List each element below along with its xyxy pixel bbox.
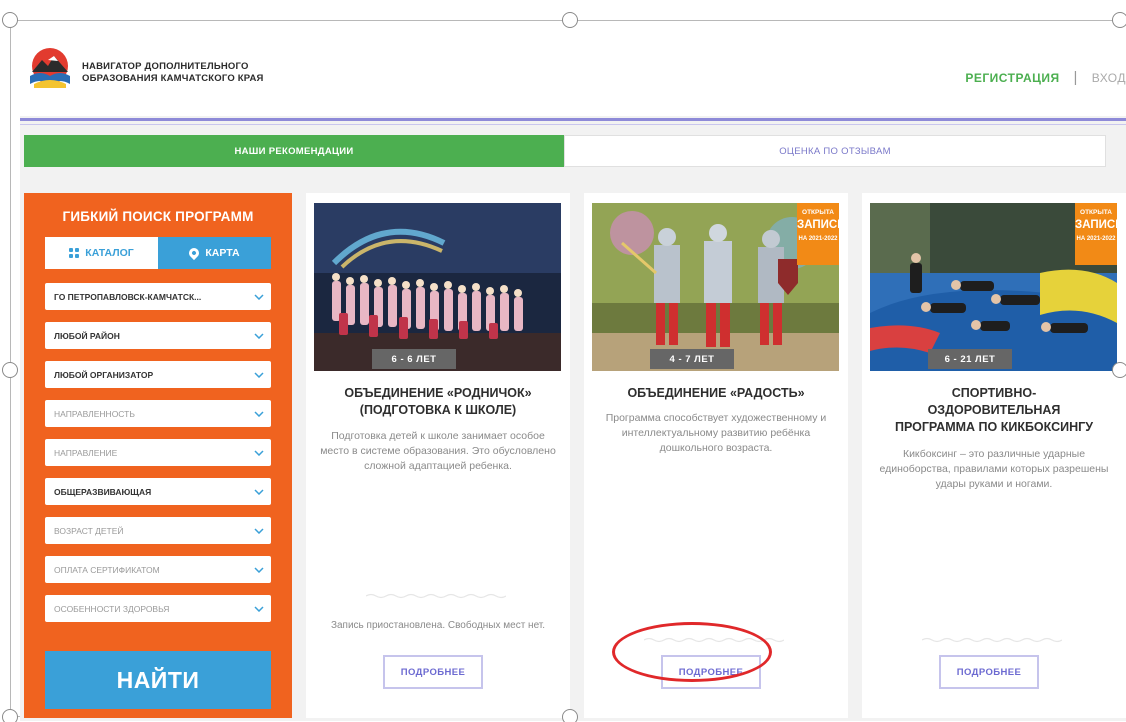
program-description: Программа способствует художественному и… xyxy=(605,412,827,454)
filter-focus-select[interactable]: НАПРАВЛЕННОСТЬ xyxy=(45,400,271,427)
red-highlight-circle xyxy=(612,622,772,682)
resize-handle-middle-right[interactable] xyxy=(1112,362,1126,378)
filter-health-select[interactable]: ОСОБЕННОСТИ ЗДОРОВЬЯ xyxy=(45,595,271,622)
site-brand[interactable]: НАВИГАТОР ДОПОЛНИТЕЛЬНОГО ОБРАЗОВАНИЯ КА… xyxy=(82,61,264,85)
filter-program-type-select[interactable]: ОБЩЕРАЗВИВАЮЩАЯ xyxy=(45,478,271,505)
recommendation-tabs: НАШИ РЕКОМЕНДАЦИИ ОЦЕНКА ПО ОТЗЫВАМ xyxy=(24,135,1106,167)
site-header: НАВИГАТОР ДОПОЛНИТЕЛЬНОГО ОБРАЗОВАНИЯ КА… xyxy=(20,21,1126,116)
stage-performance-image xyxy=(314,203,561,371)
login-link[interactable]: ВХОД xyxy=(1092,71,1126,85)
auth-nav: РЕГИСТРАЦИЯ | ВХОД xyxy=(965,69,1126,86)
chevron-down-icon xyxy=(247,556,271,583)
kamchatka-logo-icon xyxy=(30,48,70,88)
more-details-button[interactable]: ПОДРОБНЕЕ xyxy=(383,655,483,689)
filter-certificate-select[interactable]: ОПЛАТА СЕРТИФИКАТОМ xyxy=(45,556,271,583)
resize-handle-middle-left[interactable] xyxy=(2,362,18,378)
select-placeholder: НАПРАВЛЕННОСТЬ xyxy=(54,408,135,419)
filter-city-select[interactable]: ГО ПЕТРОПАВЛОВСК-КАМЧАТСК... xyxy=(45,283,271,310)
filter-age-select[interactable]: ВОЗРАСТ ДЕТЕЙ xyxy=(45,517,271,544)
chevron-down-icon xyxy=(247,361,271,388)
select-placeholder: ВОЗРАСТ ДЕТЕЙ xyxy=(54,525,124,536)
brand-line-1: НАВИГАТОР ДОПОЛНИТЕЛЬНОГО xyxy=(82,61,249,72)
badge-line-3: НА 2021-2022 xyxy=(1076,236,1116,242)
open-enrollment-badge: ОТКРЫТА ЗАПИСЬ НА 2021-2022 xyxy=(797,203,846,265)
chevron-down-icon xyxy=(247,322,271,349)
select-value: ЛЮБОЙ РАЙОН xyxy=(54,330,120,341)
badge-line-2: ЗАПИСЬ xyxy=(797,219,846,231)
header-divider-thin xyxy=(20,124,1126,125)
map-label: КАРТА xyxy=(205,247,240,259)
select-placeholder: ОПЛАТА СЕРТИФИКАТОМ xyxy=(54,564,160,575)
chevron-down-icon xyxy=(247,517,271,544)
program-title[interactable]: ОБЪЕДИНЕНИЕ «РАДОСТЬ» xyxy=(594,385,838,402)
resize-handle-top-right[interactable] xyxy=(1112,12,1126,28)
filter-district-select[interactable]: ЛЮБОЙ РАЙОН xyxy=(45,322,271,349)
select-value: ОБЩЕРАЗВИВАЮЩАЯ xyxy=(54,486,152,497)
badge-line-1: ОТКРЫТА xyxy=(1080,209,1112,216)
program-description: Кикбоксинг – это различные ударные едино… xyxy=(879,448,1109,490)
select-value: ЛЮБОЙ ОРГАНИЗАТОР xyxy=(54,369,154,380)
select-placeholder: ОСОБЕННОСТИ ЗДОРОВЬЯ xyxy=(54,603,170,614)
program-photo[interactable] xyxy=(314,203,561,371)
program-card-kickboxing[interactable]: ОТКРЫТА ЗАПИСЬ НА 2021-2022 6 - 21 ЛЕТ С… xyxy=(862,193,1126,718)
divider-wave xyxy=(366,593,506,599)
program-title[interactable]: ОБЪЕДИНЕНИЕ «РОДНИЧОК» (ПОДГОТОВКА К ШКО… xyxy=(316,385,560,419)
program-card-rodnichok[interactable]: 6 - 6 ЛЕТ ОБЪЕДИНЕНИЕ «РОДНИЧОК» (ПОДГОТ… xyxy=(306,193,570,718)
chevron-down-icon xyxy=(247,439,271,466)
resize-handle-bottom-left[interactable] xyxy=(2,709,18,722)
flexible-search-panel: ГИБКИЙ ПОИСК ПРОГРАММ КАТАЛОГ КАРТА ГО П… xyxy=(24,193,292,718)
catalog-view-button[interactable]: КАТАЛОГ xyxy=(45,237,158,269)
website-screenshot: НАВИГАТОР ДОПОЛНИТЕЛЬНОГО ОБРАЗОВАНИЯ КА… xyxy=(20,21,1126,721)
age-range-label: 6 - 21 ЛЕТ xyxy=(928,349,1012,369)
enrollment-status: Запись приостановлена. Свободных мест не… xyxy=(330,620,546,631)
brand-line-2: ОБРАЗОВАНИЯ КАМЧАТСКОГО КРАЯ xyxy=(82,73,264,84)
chevron-down-icon xyxy=(247,478,271,505)
open-enrollment-badge: ОТКРЫТА ЗАПИСЬ НА 2021-2022 xyxy=(1075,203,1124,265)
age-range-label: 6 - 6 ЛЕТ xyxy=(372,349,456,369)
header-divider xyxy=(20,118,1126,121)
badge-line-3: НА 2021-2022 xyxy=(798,236,838,242)
resize-handle-bottom-center[interactable] xyxy=(562,709,578,722)
age-range-label: 4 - 7 ЛЕТ xyxy=(650,349,734,369)
map-pin-icon xyxy=(187,245,202,261)
select-value: ГО ПЕТРОПАВЛОВСК-КАМЧАТСК... xyxy=(54,291,202,302)
chevron-down-icon xyxy=(247,595,271,622)
register-link[interactable]: РЕГИСТРАЦИЯ xyxy=(965,71,1059,85)
tab-recommendations[interactable]: НАШИ РЕКОМЕНДАЦИИ xyxy=(24,135,564,167)
search-panel-title: ГИБКИЙ ПОИСК ПРОГРАММ xyxy=(62,209,254,224)
nav-separator: | xyxy=(1073,69,1078,86)
map-view-button[interactable]: КАРТА xyxy=(158,237,271,269)
resize-handle-top-left[interactable] xyxy=(2,12,18,28)
filter-direction-select[interactable]: НАПРАВЛЕНИЕ xyxy=(45,439,271,466)
program-title[interactable]: СПОРТИВНО-ОЗДОРОВИТЕЛЬНАЯ ПРОГРАММА ПО К… xyxy=(886,385,1102,436)
more-details-button[interactable]: ПОДРОБНЕЕ xyxy=(939,655,1039,689)
catalog-label: КАТАЛОГ xyxy=(85,247,134,259)
select-placeholder: НАПРАВЛЕНИЕ xyxy=(54,447,118,458)
chevron-down-icon xyxy=(247,283,271,310)
view-toggle: КАТАЛОГ КАРТА xyxy=(45,237,271,269)
chevron-down-icon xyxy=(247,400,271,427)
badge-line-2: ЗАПИСЬ xyxy=(1075,219,1124,231)
divider-wave xyxy=(922,637,1062,643)
resize-handle-top-center[interactable] xyxy=(562,12,578,28)
find-button[interactable]: НАЙТИ xyxy=(45,651,271,709)
badge-line-1: ОТКРЫТА xyxy=(802,209,834,216)
tab-reviews[interactable]: ОЦЕНКА ПО ОТЗЫВАМ xyxy=(564,135,1106,167)
filter-organizer-select[interactable]: ЛЮБОЙ ОРГАНИЗАТОР xyxy=(45,361,271,388)
grid-icon xyxy=(69,248,80,258)
program-description: Подготовка детей к школе занимает особое… xyxy=(320,430,556,472)
